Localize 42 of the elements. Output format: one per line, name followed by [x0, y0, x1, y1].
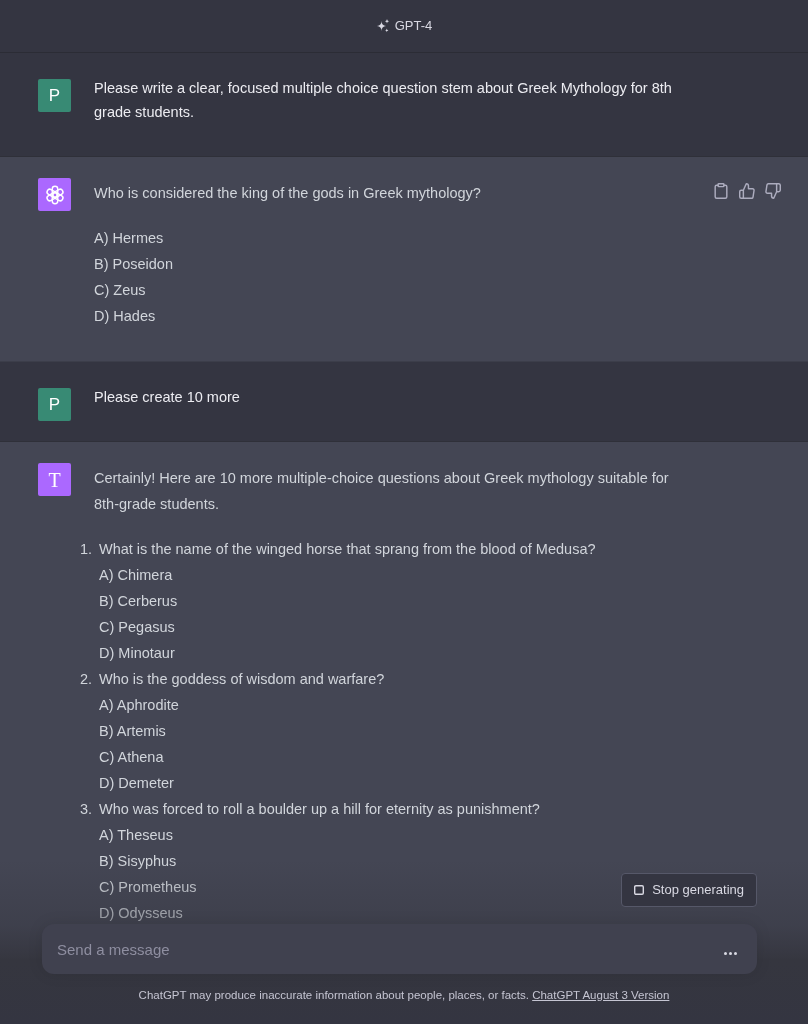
question-text: Who was forced to roll a boulder up a hill for eternity as punishment?	[99, 800, 540, 819]
answer-option: D) Odysseus	[99, 900, 540, 926]
answer-option: B) Sisyphus	[99, 848, 540, 874]
disclaimer-text: ChatGPT may produce inaccurate information about people, places, or facts. ChatGPT August 3 Version	[138, 988, 670, 1003]
answer-option: D) Demeter	[99, 770, 385, 796]
thumbs-up-icon	[739, 183, 755, 199]
message-text: Who is considered the king of the gods in Greek mythology?	[94, 184, 482, 203]
answer-option: A) Hermes	[94, 225, 684, 251]
clipboard-icon	[713, 183, 729, 199]
thumbs-down-icon	[765, 183, 781, 199]
user-avatar: P	[38, 388, 71, 421]
version-link[interactable]: ChatGPT August 3 Version	[532, 989, 670, 1001]
list-number: 3.	[80, 800, 94, 819]
assistant-avatar: T	[38, 463, 71, 496]
question-text: What is the name of the winged horse that sprang from the blood of Medusa?	[99, 540, 596, 559]
answer-option: B) Artemis	[99, 718, 385, 744]
user-avatar: P	[38, 79, 71, 112]
question-text: Who is the goddess of wisdom and warfare?	[99, 670, 385, 689]
answer-option: A) Chimera	[99, 562, 596, 588]
list-number: 2.	[80, 670, 94, 689]
answer-option: B) Cerberus	[99, 588, 596, 614]
thumbs-up-button[interactable]	[739, 183, 755, 199]
square-icon	[634, 885, 645, 895]
answer-option: C) Athena	[99, 744, 385, 770]
copy-button[interactable]	[713, 183, 729, 199]
stop-generating-button[interactable]: Stop generating	[621, 873, 757, 907]
model-name: GPT-4	[394, 17, 433, 36]
answer-option: C) Prometheus	[99, 874, 540, 900]
answer-option: C) Zeus	[94, 277, 684, 303]
message-text: Certainly! Here are 10 more multiple-choice questions about Greek mythology suitable for 8th-grade students.	[94, 469, 670, 514]
answer-option: C) Pegasus	[99, 614, 596, 640]
answer-option: D) Hades	[94, 303, 684, 329]
answer-option: D) Minotaur	[99, 640, 596, 666]
thumbs-down-button[interactable]	[765, 183, 781, 199]
message-input[interactable]: Send a message	[42, 924, 757, 974]
answer-option: A) Theseus	[99, 822, 540, 848]
list-number: 1.	[80, 540, 94, 559]
answer-option: A) Aphrodite	[99, 692, 385, 718]
logo-avatar-icon	[38, 178, 71, 211]
answer-option: B) Poseidon	[94, 251, 684, 277]
message-text: Please write a clear, focused multiple choice question stem about Greek Mythology for 8th grade students.	[94, 79, 673, 122]
message-text: Please create 10 more	[94, 388, 241, 407]
